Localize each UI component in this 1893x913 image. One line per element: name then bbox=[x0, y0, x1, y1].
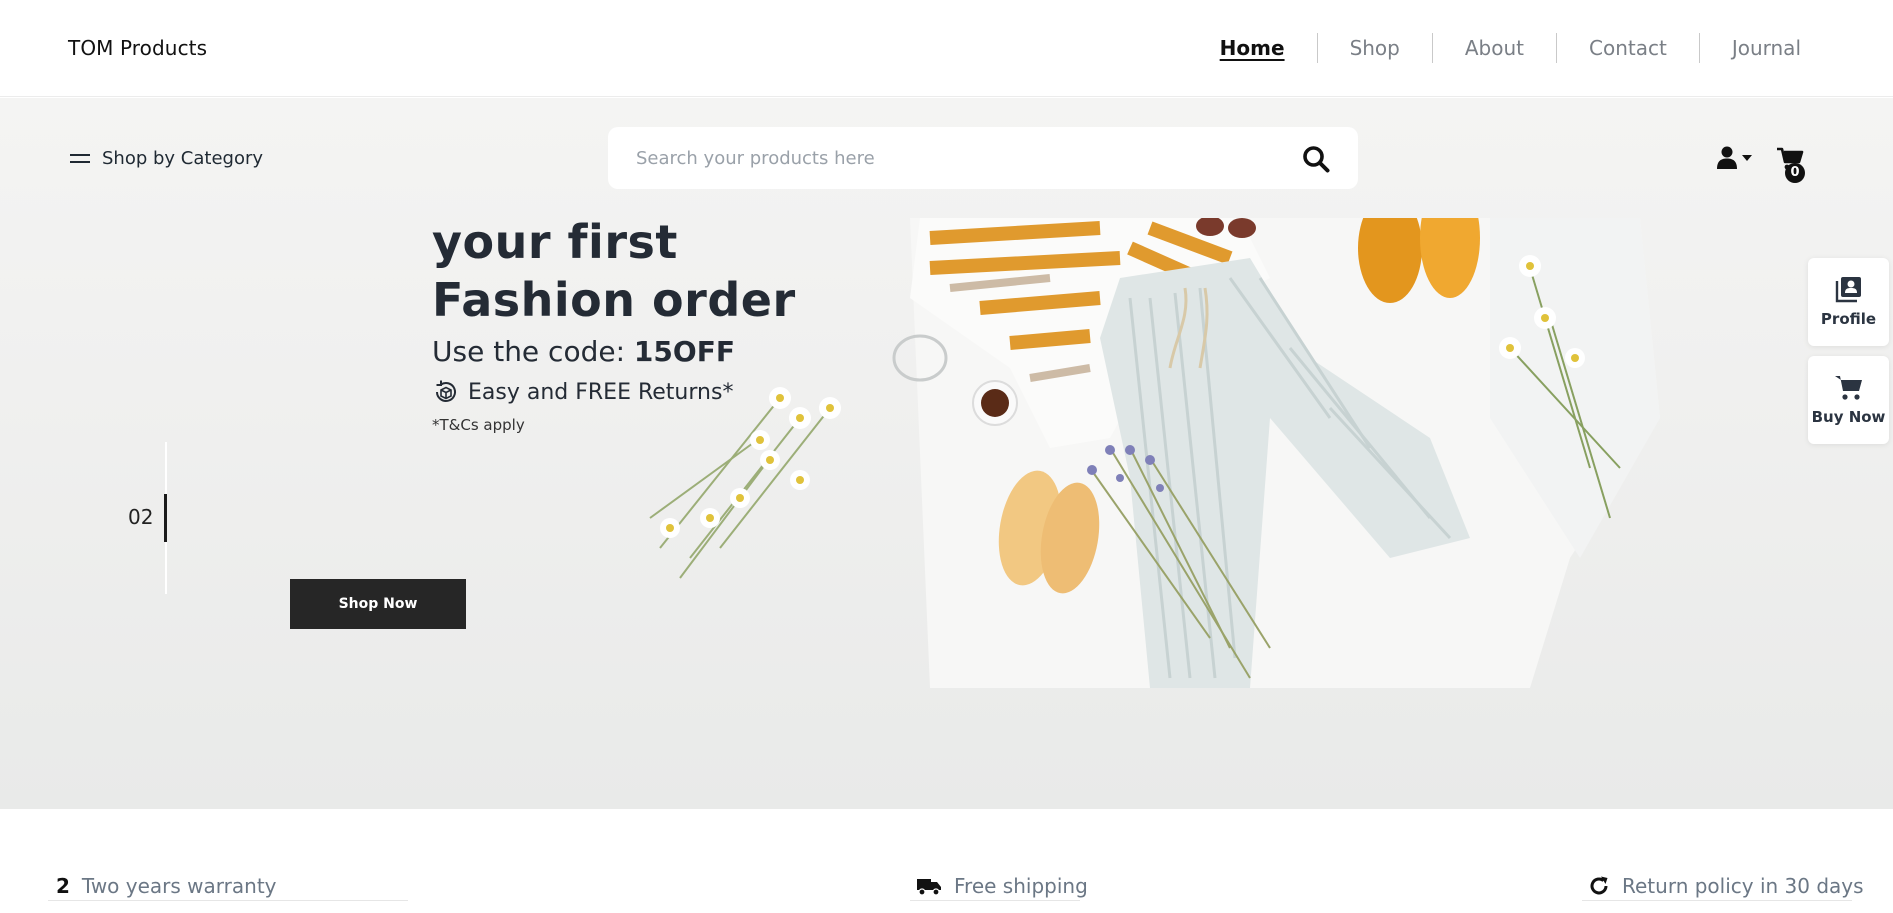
buy-now-card-label: Buy Now bbox=[1811, 408, 1886, 426]
search-input[interactable] bbox=[636, 127, 1256, 189]
profile-floating-card[interactable]: Profile bbox=[1808, 258, 1889, 346]
feature-shipping-text: Free shipping bbox=[954, 874, 1088, 898]
buy-now-floating-card[interactable]: Buy Now bbox=[1808, 356, 1889, 444]
brand-logo-text[interactable]: TOM Products bbox=[68, 36, 207, 60]
feature-returns: Return policy in 30 days bbox=[1588, 874, 1864, 898]
slide-number: 02 bbox=[128, 505, 154, 529]
refresh-icon bbox=[1590, 876, 1608, 895]
nav-shop[interactable]: Shop bbox=[1318, 33, 1432, 63]
top-navbar: TOM Products Home Shop About Contact Jou… bbox=[0, 0, 1893, 97]
feature-shipping: Free shipping bbox=[916, 874, 1088, 898]
feature-returns-text: Return policy in 30 days bbox=[1622, 874, 1864, 898]
returns-box-icon bbox=[436, 380, 456, 402]
shop-by-category-button[interactable]: Shop by Category bbox=[70, 148, 263, 169]
feature-warranty: 2 Two years warranty bbox=[56, 874, 277, 898]
cart-count-badge: 0 bbox=[1785, 163, 1805, 183]
feature-divider bbox=[910, 900, 1080, 901]
profile-card-label: Profile bbox=[1820, 310, 1877, 328]
slide-progress-indicator bbox=[164, 494, 167, 542]
nav-contact[interactable]: Contact bbox=[1557, 33, 1699, 63]
search-bar bbox=[608, 127, 1358, 189]
user-account-icon[interactable] bbox=[1716, 146, 1754, 170]
hero-fashion-image bbox=[649, 218, 1660, 688]
truck-icon bbox=[917, 879, 941, 896]
menu-icon bbox=[70, 152, 90, 166]
shopping-cart-icon bbox=[1834, 376, 1862, 400]
shop-now-button[interactable]: Shop Now bbox=[290, 579, 466, 629]
category-label: Shop by Category bbox=[102, 148, 264, 169]
nav-home[interactable]: Home bbox=[1188, 33, 1317, 63]
feature-warranty-text: Two years warranty bbox=[81, 874, 277, 898]
promo-code-prefix: Use the code: bbox=[432, 335, 634, 368]
nav-journal[interactable]: Journal bbox=[1700, 33, 1893, 63]
feature-divider bbox=[48, 900, 408, 901]
nav-about[interactable]: About bbox=[1433, 33, 1556, 63]
feature-divider bbox=[1582, 900, 1852, 901]
profile-card-icon bbox=[1835, 277, 1861, 303]
search-icon[interactable] bbox=[1302, 145, 1330, 173]
warranty-mark: 2 bbox=[56, 874, 70, 898]
feature-strip: 2 Two years warranty Free shipping Retur… bbox=[0, 860, 1893, 901]
main-nav: Home Shop About Contact Journal bbox=[1188, 33, 1893, 63]
